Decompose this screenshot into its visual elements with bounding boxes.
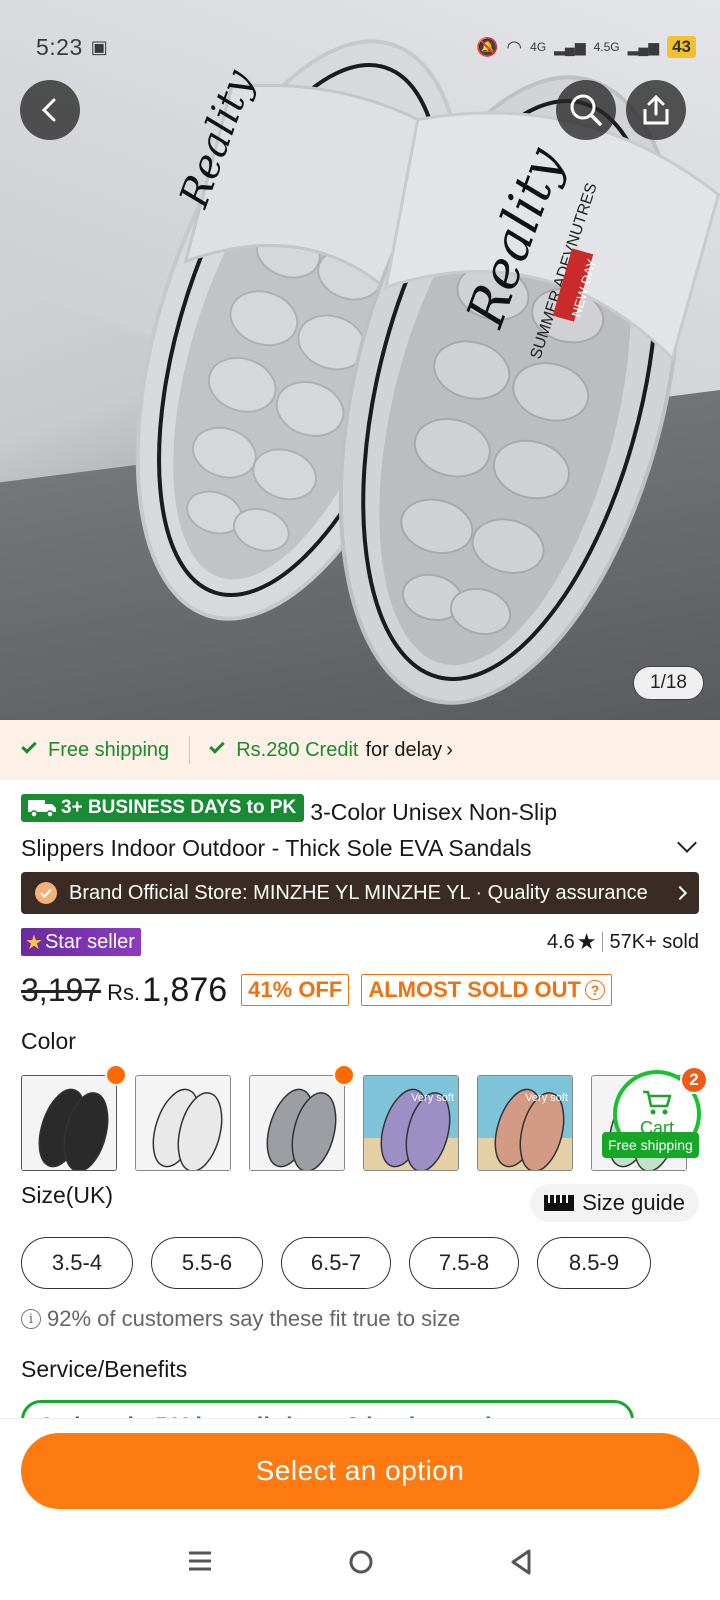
title-line2: Slippers Indoor Outdoor - Thick Sole EVA… <box>21 830 631 866</box>
chevron-right-icon: › <box>446 738 453 761</box>
original-price: 3,197 <box>21 971 102 1008</box>
cart-count-badge: 2 <box>680 1066 708 1094</box>
rating-summary[interactable]: 4.6 ★ 57K+ sold <box>547 929 699 955</box>
home-icon[interactable] <box>348 1549 374 1575</box>
star-icon: ★ <box>576 929 597 954</box>
swatch-image <box>364 1076 458 1170</box>
star-seller-text: Star seller <box>44 930 135 953</box>
help-icon: ? <box>584 980 605 1000</box>
color-swatch-white[interactable] <box>135 1075 231 1171</box>
size-option[interactable]: 7.5-8 <box>409 1237 519 1289</box>
truck-icon <box>28 800 56 818</box>
size-option[interactable]: 3.5-4 <box>21 1237 133 1289</box>
benefit-text: Arrives in PK in as little as 3 business… <box>21 1400 634 1420</box>
hot-flame-icon <box>105 1064 127 1086</box>
swatch-caption: Very soft <box>525 1092 568 1104</box>
search-icon <box>570 94 602 126</box>
chevron-right-icon <box>672 885 688 901</box>
currency-label: Rs. <box>107 980 141 1005</box>
notification-icon: ▣ <box>90 36 108 57</box>
shipping-strip[interactable]: Free shipping Rs.280 Credit for delay › <box>0 720 720 780</box>
credit-amount: Rs.280 Credit <box>236 738 359 761</box>
mute-icon: 🔕 <box>476 36 499 57</box>
store-text: Brand Official Store: MINZHE YL MINZHE Y… <box>69 881 648 904</box>
color-swatch-pink[interactable]: Very soft <box>477 1075 573 1171</box>
search-button[interactable] <box>556 80 616 140</box>
signal-icon: ▂▄▆ <box>554 38 586 55</box>
benefit-card[interactable]: Arrives in PK in as little as 3 business… <box>21 1400 634 1420</box>
chevron-left-icon <box>41 98 56 122</box>
star-seller-badge[interactable]: ★ Star seller <box>21 928 141 956</box>
store-bar[interactable]: Brand Official Store: MINZHE YL MINZHE Y… <box>21 872 699 914</box>
select-option-button[interactable]: Select an option <box>21 1433 699 1509</box>
swatch-image <box>136 1076 230 1170</box>
star-icon: ★ <box>25 931 43 954</box>
swatch-image <box>250 1076 344 1170</box>
size-label: Size(UK) <box>21 1182 114 1208</box>
network-b: 4.5G <box>593 40 620 54</box>
cart-icon <box>643 1090 672 1114</box>
network-a: 4G <box>530 40 547 54</box>
info-icon: i <box>21 1309 41 1329</box>
swatch-image <box>478 1076 572 1170</box>
color-swatch-grey[interactable] <box>249 1075 345 1171</box>
divider <box>189 736 191 764</box>
size-guide-button[interactable]: Size guide <box>530 1184 699 1222</box>
current-price: 1,876 <box>142 970 228 1009</box>
image-counter: 1/18 <box>633 666 704 700</box>
free-shipping-label: Free shipping <box>48 738 170 761</box>
size-option[interactable]: 5.5-6 <box>151 1237 263 1289</box>
swatch-caption: Very soft <box>411 1092 454 1104</box>
fit-note-text: 92% of customers say these fit true to s… <box>47 1306 461 1331</box>
back-button[interactable] <box>20 80 80 140</box>
delivery-badge: 3+ BUSINESS DAYS to PK <box>21 794 305 822</box>
bottom-bar: Select an option <box>0 1418 720 1600</box>
back-nav-icon[interactable] <box>509 1549 533 1575</box>
signal-icon-2: ▂▄▆ <box>627 38 660 55</box>
divider <box>602 932 604 952</box>
fit-note: i 92% of customers say these fit true to… <box>21 1306 460 1332</box>
share-icon <box>643 94 669 125</box>
battery-icon: 43 <box>667 36 696 58</box>
cart-free-shipping: Free shipping <box>602 1132 699 1158</box>
title-line1: 3-Color Unisex Non-Slip <box>310 799 557 825</box>
share-button[interactable] <box>626 80 686 140</box>
ruler-icon <box>544 1195 575 1211</box>
swatch-image <box>22 1076 116 1170</box>
service-label: Service/Benefits <box>21 1356 188 1382</box>
color-swatches: Very soft Very soft <box>21 1075 687 1171</box>
color-label: Color <box>21 1028 76 1054</box>
sold-count: 57K+ sold <box>609 930 699 953</box>
wifi-icon: ◠ <box>506 36 523 57</box>
stock-tag-text: ALMOST SOLD OUT <box>368 977 581 1002</box>
credit-suffix: for delay <box>365 738 443 761</box>
verified-seal-icon <box>35 882 57 904</box>
stock-tag[interactable]: ALMOST SOLD OUT ? <box>361 974 612 1006</box>
seller-row: ★ Star seller 4.6 ★ 57K+ sold <box>21 928 699 956</box>
size-option[interactable]: 6.5-7 <box>281 1237 391 1289</box>
color-swatch-purple[interactable]: Very soft <box>363 1075 459 1171</box>
product-image-gallery[interactable]: Reality Reality SUMMER ADEVNUTRES NEW DA… <box>0 0 720 720</box>
hot-flame-icon <box>333 1064 355 1086</box>
delivery-badge-text: 3+ BUSINESS DAYS to PK <box>61 797 297 818</box>
status-time: 5:23 <box>36 33 83 60</box>
check-icon <box>21 738 37 754</box>
size-option[interactable]: 8.5-9 <box>537 1237 651 1289</box>
color-swatch-black[interactable] <box>21 1075 117 1171</box>
product-title[interactable]: 3+ BUSINESS DAYS to PK 3-Color Unisex No… <box>21 794 631 866</box>
expand-title-chevron-icon[interactable] <box>677 833 697 853</box>
check-icon <box>209 738 225 754</box>
discount-tag: 41% OFF <box>241 974 350 1006</box>
rating-value: 4.6 <box>546 930 575 953</box>
price-row: 3,197 Rs. 1,876 41% OFF ALMOST SOLD OUT … <box>21 968 699 1012</box>
size-guide-text: Size guide <box>582 1190 685 1215</box>
system-nav-bar <box>0 1549 720 1575</box>
size-options: 3.5-4 5.5-6 6.5-7 7.5-8 8.5-9 <box>21 1237 651 1289</box>
menu-icon[interactable] <box>187 1549 213 1573</box>
status-bar: 5:23 ▣ 🔕 ◠ 4G ▂▄▆ 4.5G ▂▄▆ 43 <box>36 30 696 64</box>
